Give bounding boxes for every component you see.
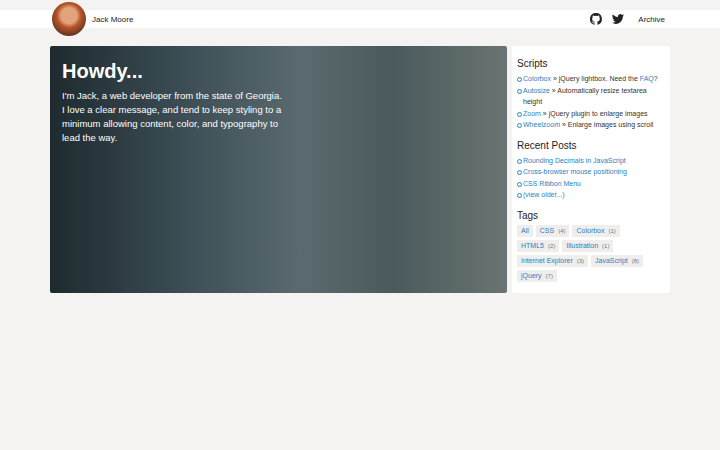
post-link[interactable]: Rounding Decimals in JavaScript [523,157,626,164]
content: Howdy... I'm Jack, a web developer from … [50,46,670,293]
script-item: Zoom » jQuery plugin to enlarge images [517,108,665,120]
recent-posts-title: Recent Posts [517,140,665,151]
post-item: Rounding Decimals in JavaScript [517,155,665,167]
script-link[interactable]: Zoom [523,110,541,117]
site-name[interactable]: Jack Moore [92,15,133,24]
nav: Archive [590,13,665,25]
recent-posts-list: Rounding Decimals in JavaScript Cross-bro… [517,155,665,201]
script-item: Autosize » Automatically resize textarea… [517,85,665,108]
twitter-icon[interactable] [612,13,624,25]
post-link[interactable]: CSS Ribbon Menu [523,180,581,187]
tag[interactable]: jQuery (7) [517,270,557,282]
script-link[interactable]: Colorbox [523,75,551,82]
tags-list: All CSS (4)Colorbox (1) HTML5 (2)Illustra… [517,225,665,282]
tag[interactable]: Colorbox (1) [572,225,619,237]
script-item: Colorbox » jQuery lightbox. Need the FAQ… [517,73,665,85]
script-item: Wheelzoom » Enlarge images using scroll [517,119,665,131]
tag[interactable]: Internet Explorer (3) [517,255,588,267]
sidebar: Scripts Colorbox » jQuery lightbox. Need… [512,46,670,293]
faq-link[interactable]: FAQ [640,75,654,82]
tag[interactable]: Illustration (1) [562,240,613,252]
scripts-list: Colorbox » jQuery lightbox. Need the FAQ… [517,73,665,131]
post-item: Cross-browser mouse positioning [517,166,665,178]
post-link[interactable]: Cross-browser mouse positioning [523,168,627,175]
github-icon[interactable] [590,13,602,25]
tag[interactable]: All [517,225,533,237]
post-link[interactable]: (view older...) [523,191,565,198]
hero-text: I'm Jack, a web developer from the state… [62,89,287,145]
nav-link[interactable]: Archive [638,15,665,24]
post-item: CSS Ribbon Menu [517,178,665,190]
scripts-title: Scripts [517,58,665,69]
tag[interactable]: HTML5 (2) [517,240,559,252]
tag[interactable]: JavaScript (8) [591,255,643,267]
tags-title: Tags [517,210,665,221]
header: Jack Moore Archive [0,0,720,28]
page: Jack Moore Archive Howdy... I'm Jack, a … [0,0,720,450]
avatar-icon[interactable] [52,2,86,36]
tag[interactable]: CSS (4) [536,225,570,237]
script-link[interactable]: Autosize [523,87,550,94]
script-link[interactable]: Wheelzoom [523,121,560,128]
brand[interactable]: Jack Moore [52,2,133,36]
post-item: (view older...) [517,189,665,201]
hero: Howdy... I'm Jack, a web developer from … [50,46,507,293]
hero-title: Howdy... [62,60,495,83]
